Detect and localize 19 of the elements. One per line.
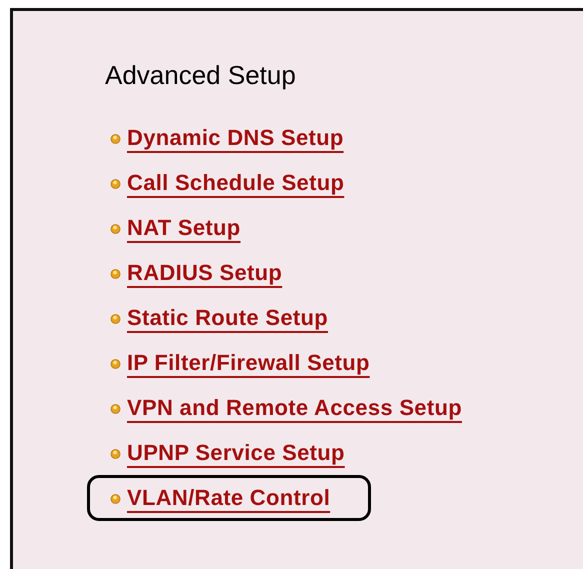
- bullet-icon: [110, 222, 121, 234]
- bullet-icon: [110, 178, 121, 188]
- setup-link[interactable]: UPNP Service Setup: [127, 440, 345, 466]
- setup-link[interactable]: Dynamic DNS Setup: [127, 125, 344, 151]
- setup-link[interactable]: RADIUS Setup: [127, 260, 282, 286]
- bullet-icon: [110, 402, 121, 414]
- bullet-icon: [110, 358, 121, 368]
- bullet-icon: [110, 312, 121, 324]
- setup-link[interactable]: NAT Setup: [127, 215, 241, 241]
- setup-link[interactable]: VLAN/Rate Control: [127, 485, 330, 511]
- section-title: Advanced Setup: [104, 59, 297, 92]
- setup-link[interactable]: Static Route Setup: [127, 305, 328, 331]
- setup-link[interactable]: IP Filter/Firewall Setup: [127, 350, 370, 376]
- bullet-icon: [110, 448, 121, 458]
- setup-link[interactable]: Call Schedule Setup: [127, 170, 344, 196]
- bullet-icon: [110, 132, 121, 144]
- bullet-icon: [110, 268, 121, 278]
- setup-link[interactable]: VPN and Remote Access Setup: [127, 395, 462, 421]
- bullet-icon: [110, 492, 121, 504]
